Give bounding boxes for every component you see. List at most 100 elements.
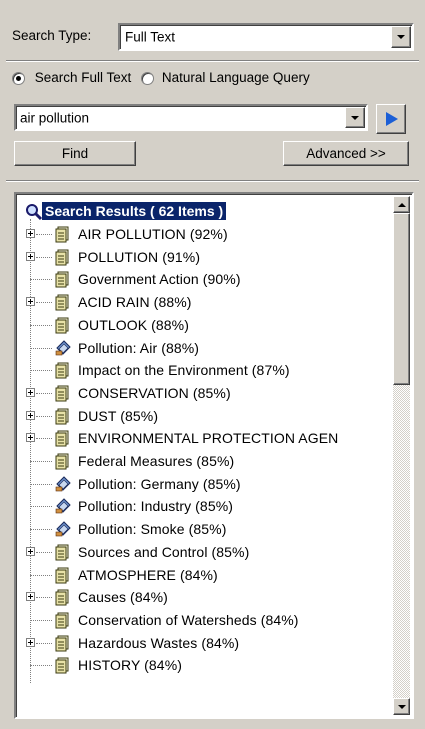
expand-plus-icon[interactable]	[26, 546, 35, 556]
search-type-select[interactable]: Full Text	[118, 23, 414, 51]
search-type-dropdown-button[interactable]	[391, 26, 411, 48]
book-icon	[54, 634, 72, 652]
expand-plus-icon[interactable]	[26, 592, 35, 602]
tree-item[interactable]: Sources and Control (85%)	[18, 541, 398, 563]
tree-connector	[36, 256, 52, 258]
tree-item[interactable]: Pollution: Germany (85%)	[18, 473, 398, 495]
tree-item[interactable]: Hazardous Wastes (84%)	[18, 632, 398, 654]
tree-connector	[30, 665, 52, 667]
full-text-radio-label[interactable]: Search Full Text	[35, 70, 132, 85]
tree-item[interactable]: AIR POLLUTION (92%)	[18, 223, 398, 245]
natural-language-radio[interactable]	[141, 71, 155, 85]
tree-item-label: ATMOSPHERE (84%)	[78, 566, 218, 583]
results-header-row[interactable]: Search Results ( 62 Items )	[18, 201, 398, 223]
book-icon	[54, 293, 72, 311]
book-icon	[54, 384, 72, 402]
tree-item-label: Government Action (90%)	[78, 271, 241, 288]
tree-connector	[30, 619, 52, 621]
play-arrow-icon	[386, 112, 398, 126]
tree-item[interactable]: OUTLOOK (88%)	[18, 314, 398, 336]
tree-item-label: Pollution: Smoke (85%)	[78, 521, 227, 538]
expand-plus-icon[interactable]	[26, 410, 35, 420]
expand-plus-icon[interactable]	[26, 637, 35, 647]
tree-connector	[30, 483, 52, 485]
tree-item-label: CONSERVATION (85%)	[78, 384, 231, 401]
document-icon	[54, 497, 72, 515]
book-icon	[54, 361, 72, 379]
book-icon	[54, 656, 72, 674]
tree-item[interactable]: Pollution: Industry (85%)	[18, 495, 398, 517]
document-icon	[54, 475, 72, 493]
tree-connector	[30, 574, 52, 576]
search-mode-group: Search Full Text Natural Language Query	[12, 70, 310, 85]
advanced-button[interactable]: Advanced >>	[283, 141, 409, 166]
tree-item[interactable]: Causes (84%)	[18, 586, 398, 608]
book-icon	[54, 407, 72, 425]
tree-item[interactable]: Conservation of Watersheds (84%)	[18, 609, 398, 631]
tree-item[interactable]: POLLUTION (91%)	[18, 246, 398, 268]
tree-connector	[30, 324, 52, 326]
tree-item[interactable]: Pollution: Smoke (85%)	[18, 518, 398, 540]
tree-connector	[36, 551, 52, 553]
tree-item[interactable]: ENVIRONMENTAL PROTECTION AGEN	[18, 427, 398, 449]
tree-item[interactable]: ACID RAIN (88%)	[18, 291, 398, 313]
book-icon	[54, 566, 72, 584]
tree-item[interactable]: CONSERVATION (85%)	[18, 382, 398, 404]
tree-item-label: Federal Measures (85%)	[78, 453, 235, 469]
tree-item-label: POLLUTION (91%)	[78, 248, 201, 265]
top-separator	[6, 60, 419, 62]
tree-item-label: Sources and Control (85%)	[78, 543, 250, 560]
results-header: Search Results ( 62 Items )	[42, 202, 227, 220]
query-combobox[interactable]: air pollution	[14, 104, 368, 131]
expand-plus-icon[interactable]	[26, 387, 35, 397]
tree-item[interactable]: Federal Measures (85%)	[18, 450, 398, 472]
tree-connector	[36, 415, 52, 417]
book-icon	[54, 270, 72, 288]
search-type-value: Full Text	[125, 29, 176, 45]
tree-connector	[36, 597, 52, 599]
tree-item[interactable]: ATMOSPHERE (84%)	[18, 564, 398, 586]
tree-item-label: HISTORY (84%)	[78, 657, 183, 674]
tree-item-label: DUST (85%)	[78, 407, 159, 424]
full-text-radio[interactable]	[12, 71, 25, 85]
natural-language-radio-label[interactable]: Natural Language Query	[162, 70, 310, 85]
query-dropdown-button[interactable]	[345, 107, 365, 128]
tree-connector	[36, 234, 52, 235]
query-value: air pollution	[20, 110, 90, 125]
book-icon	[54, 452, 72, 470]
tree-connector	[36, 642, 52, 644]
book-icon	[54, 225, 72, 243]
tree-connector	[36, 438, 52, 440]
document-icon	[54, 339, 72, 357]
tree-item[interactable]: DUST (85%)	[18, 405, 398, 427]
tree-item-label: Pollution: Air (88%)	[78, 339, 200, 356]
expand-plus-icon[interactable]	[26, 229, 35, 238]
tree-connector	[30, 370, 52, 372]
middle-separator	[6, 180, 419, 182]
tree-item-label: Hazardous Wastes (84%)	[78, 634, 240, 651]
tree-item[interactable]: Impact on the Environment (87%)	[18, 359, 398, 381]
book-icon	[54, 611, 72, 629]
tree-item[interactable]: Government Action (90%)	[18, 268, 398, 290]
tree-connector	[30, 506, 52, 508]
expand-plus-icon[interactable]	[26, 297, 35, 307]
expand-plus-icon[interactable]	[26, 251, 35, 261]
results-tree: Search Results ( 62 Items ) AIR POLLUTIO…	[18, 195, 403, 715]
book-icon	[54, 429, 72, 447]
tree-item[interactable]: Pollution: Air (88%)	[18, 337, 398, 359]
tree-connector	[30, 279, 52, 281]
book-icon	[54, 588, 72, 606]
magnifier-icon	[26, 204, 43, 221]
book-icon	[54, 248, 72, 266]
tree-item-label: ACID RAIN (88%)	[78, 294, 192, 311]
book-icon	[54, 543, 72, 561]
tree-item-label: Conservation of Watersheds (84%)	[78, 611, 299, 628]
tree-connector	[30, 461, 52, 462]
tree-item-label: Causes (84%)	[78, 589, 168, 606]
expand-plus-icon[interactable]	[26, 433, 35, 443]
find-button[interactable]: Find	[14, 141, 136, 166]
run-search-button[interactable]	[376, 104, 406, 134]
tree-item[interactable]: HISTORY (84%)	[18, 654, 398, 676]
tree-item-label: Pollution: Germany (85%)	[78, 475, 241, 492]
search-type-label: Search Type:	[12, 28, 92, 43]
